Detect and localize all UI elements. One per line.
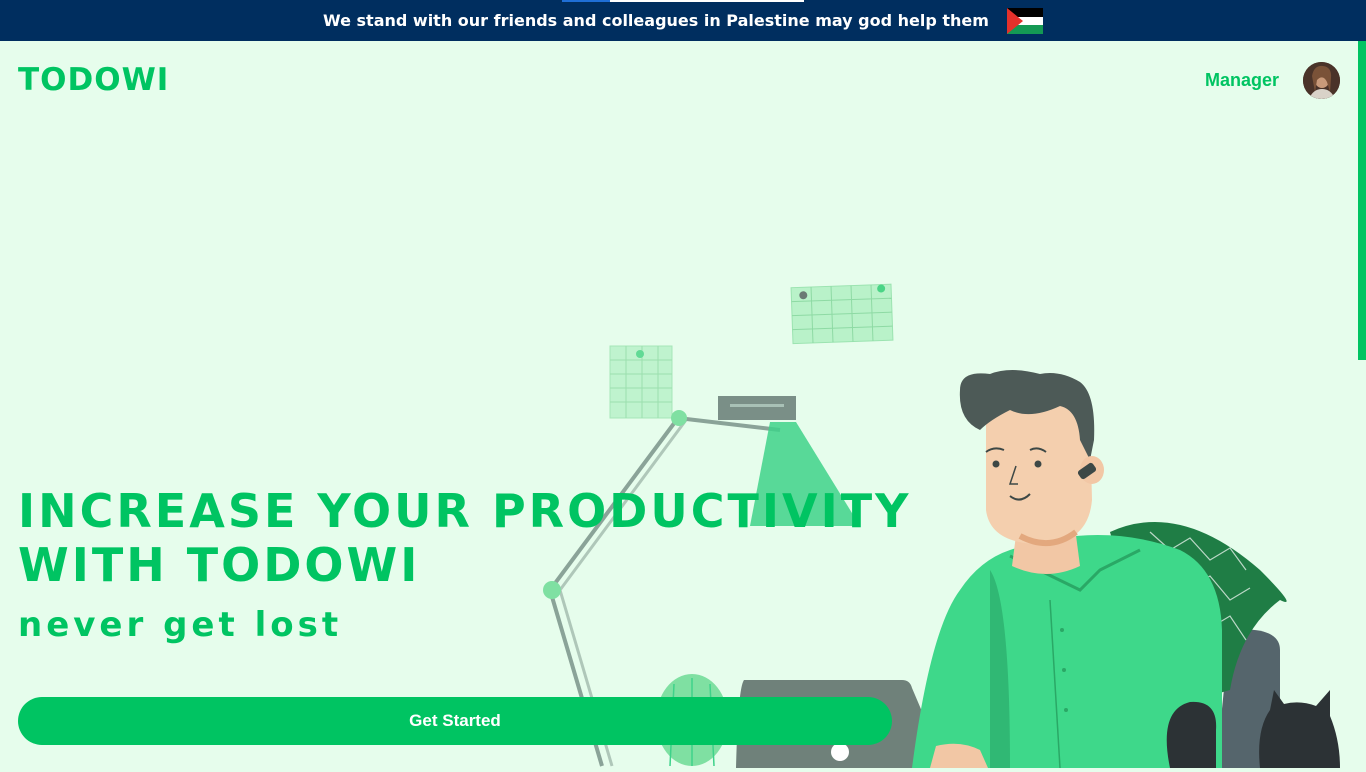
sticky-note-right — [790, 283, 894, 345]
hero-title-line1: Increase your productivity — [18, 484, 912, 538]
banner-message: We stand with our friends and colleagues… — [323, 11, 989, 30]
palestine-flag-icon — [1006, 7, 1043, 34]
hero-subtitle: never get lost — [18, 605, 343, 645]
banner-progress-line — [562, 0, 804, 2]
hero-title-line2: with todowi — [18, 538, 421, 592]
site-logo[interactable]: TODOWI — [18, 62, 169, 98]
announcement-banner: We stand with our friends and colleagues… — [0, 0, 1366, 41]
hero-title: Increase your productivity with todowi — [18, 484, 918, 592]
user-avatar[interactable] — [1303, 62, 1340, 99]
get-started-button[interactable]: Get Started — [18, 697, 892, 745]
man — [912, 370, 1222, 769]
sticky-note-left — [609, 345, 673, 419]
nav-link-manager[interactable]: Manager — [1205, 70, 1279, 91]
